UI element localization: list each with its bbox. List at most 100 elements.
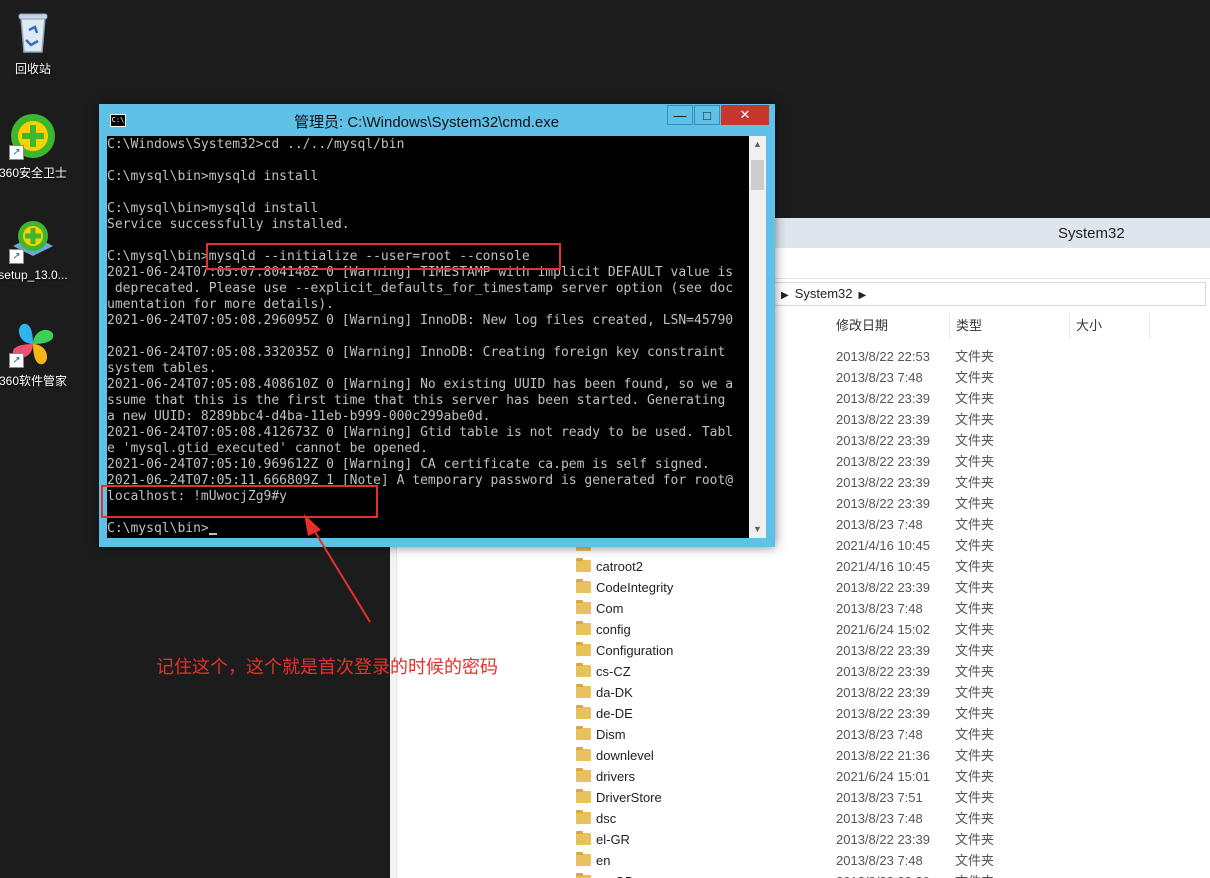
column-header-type[interactable]: 类型 — [950, 314, 1070, 338]
console-icon[interactable]: C:\ — [110, 114, 126, 127]
file-type: 文件夹 — [955, 349, 995, 364]
desktop-icon-label: setup_13.0... — [0, 268, 68, 282]
file-row[interactable]: Com 2013/8/23 7:48 文件夹 — [390, 598, 1210, 619]
setup-icon: ↗ — [9, 216, 57, 264]
file-date: 2013/8/22 23:39 — [836, 475, 930, 490]
file-date: 2013/8/23 7:51 — [836, 790, 923, 805]
console-line: a new UUID: 8289bbc4-d4ba-11eb-b999-000c… — [107, 409, 491, 424]
file-date: 2013/8/23 7:48 — [836, 853, 923, 868]
file-type: 文件夹 — [955, 433, 995, 448]
file-type: 文件夹 — [955, 706, 995, 721]
file-name: en-GB — [596, 871, 634, 878]
console-line: Service successfully installed. — [107, 217, 350, 232]
breadcrumb-system32[interactable]: System32 — [795, 286, 853, 301]
file-date: 2013/8/22 22:53 — [836, 349, 930, 364]
explorer-title: System32 — [1058, 225, 1125, 242]
file-date: 2013/8/23 7:48 — [836, 370, 923, 385]
desktop-icon-label: 360安全卫士 — [0, 166, 68, 180]
file-name: dsc — [596, 811, 617, 826]
shortcut-arrow-icon: ↗ — [9, 353, 24, 368]
annotation-text: 记住这个，这个就是首次登录的时候的密码 — [156, 657, 498, 677]
console-line: C:\mysql\bin> — [107, 521, 217, 537]
file-row[interactable]: en 2013/8/23 7:48 文件夹 — [390, 850, 1210, 871]
folder-icon — [576, 810, 591, 824]
console-line: C:\mysql\bin>mysqld install — [107, 201, 319, 216]
file-type: 文件夹 — [955, 496, 995, 511]
maximize-button[interactable]: □ — [694, 105, 720, 125]
cmd-title: 管理员: C:\Windows\System32\cmd.exe — [294, 114, 560, 131]
console-line: ssume that this is the first time that t… — [107, 393, 726, 408]
file-date: 2013/8/22 21:36 — [836, 748, 930, 763]
chevron-right-icon[interactable]: ▶ — [781, 290, 789, 301]
file-type: 文件夹 — [955, 790, 995, 805]
file-name: CodeIntegrity — [596, 580, 674, 595]
file-date: 2013/8/22 23:39 — [836, 664, 930, 679]
desktop-icon-recycle-bin[interactable]: 回收站 — [0, 8, 73, 77]
file-type: 文件夹 — [955, 601, 995, 616]
file-type: 文件夹 — [955, 412, 995, 427]
console-line: 2021-06-24T07:05:08.332035Z 0 [Warning] … — [107, 345, 726, 360]
file-type: 文件夹 — [955, 475, 995, 490]
chevron-right-icon[interactable]: ▶ — [859, 290, 867, 301]
console-line: deprecated. Please use --explicit_defaul… — [107, 281, 734, 296]
minimize-button[interactable]: — — [667, 105, 693, 125]
column-header-size[interactable]: 大小 — [1070, 314, 1150, 338]
file-date: 2013/8/22 23:39 — [836, 706, 930, 721]
file-date: 2013/8/22 23:39 — [836, 871, 930, 878]
file-name: catroot2 — [596, 559, 643, 574]
desktop-icon-360-software[interactable]: ↗ 360软件管家 — [0, 320, 73, 389]
file-date: 2021/6/24 15:02 — [836, 622, 930, 637]
file-type: 文件夹 — [955, 853, 995, 868]
close-button[interactable]: ✕ — [721, 105, 769, 125]
file-row[interactable]: Dism 2013/8/23 7:48 文件夹 — [390, 724, 1210, 745]
file-name: DriverStore — [596, 790, 662, 805]
file-row[interactable]: en-GB 2013/8/22 23:39 文件夹 — [390, 871, 1210, 878]
cmd-window[interactable]: C:\ 管理员: C:\Windows\System32\cmd.exe — □… — [99, 104, 775, 547]
file-row[interactable]: config 2021/6/24 15:02 文件夹 — [390, 619, 1210, 640]
file-date: 2013/8/22 23:39 — [836, 685, 930, 700]
scroll-up-icon[interactable]: ▲ — [749, 136, 766, 153]
file-name: el-GR — [596, 832, 630, 847]
file-row[interactable]: cs-CZ 2013/8/22 23:39 文件夹 — [390, 661, 1210, 682]
scroll-thumb[interactable] — [751, 160, 764, 190]
desktop-icon-setup[interactable]: ↗ setup_13.0... — [0, 216, 73, 282]
file-type: 文件夹 — [955, 727, 995, 742]
console-output[interactable]: C:\Windows\System32>cd ../../mysql/bin C:… — [107, 136, 749, 538]
file-row[interactable]: de-DE 2013/8/22 23:39 文件夹 — [390, 703, 1210, 724]
file-name: downlevel — [596, 748, 654, 763]
column-header-date[interactable]: 修改日期 — [830, 314, 950, 338]
file-row[interactable]: downlevel 2013/8/22 21:36 文件夹 — [390, 745, 1210, 766]
file-date: 2021/4/16 10:45 — [836, 538, 930, 553]
file-type: 文件夹 — [955, 622, 995, 637]
file-date: 2021/4/16 10:45 — [836, 559, 930, 574]
folder-icon — [576, 852, 591, 866]
file-type: 文件夹 — [955, 664, 995, 679]
desktop-icon-label: 360软件管家 — [0, 374, 68, 388]
desktop-icon-360-safe[interactable]: ↗ 360安全卫士 — [0, 112, 73, 181]
file-row[interactable]: dsc 2013/8/23 7:48 文件夹 — [390, 808, 1210, 829]
file-date: 2013/8/22 23:39 — [836, 433, 930, 448]
folder-icon — [576, 642, 591, 656]
highlight-temp-password — [101, 485, 378, 518]
file-row[interactable]: CodeIntegrity 2013/8/22 23:39 文件夹 — [390, 577, 1210, 598]
360-safe-icon: ↗ — [9, 112, 57, 160]
file-name: cs-CZ — [596, 664, 631, 679]
file-row[interactable]: catroot2 2021/4/16 10:45 文件夹 — [390, 556, 1210, 577]
vertical-scrollbar[interactable]: ▲ ▼ — [749, 136, 766, 538]
file-name: config — [596, 622, 631, 637]
360-software-icon: ↗ — [9, 320, 57, 368]
file-date: 2013/8/23 7:48 — [836, 727, 923, 742]
file-row[interactable]: Configuration 2013/8/22 23:39 文件夹 — [390, 640, 1210, 661]
file-date: 2013/8/22 23:39 — [836, 454, 930, 469]
scroll-down-icon[interactable]: ▼ — [749, 521, 766, 538]
file-row[interactable]: el-GR 2013/8/22 23:39 文件夹 — [390, 829, 1210, 850]
cmd-titlebar[interactable]: C:\ 管理员: C:\Windows\System32\cmd.exe — □… — [99, 104, 775, 135]
folder-icon — [576, 789, 591, 803]
file-date: 2013/8/23 7:48 — [836, 517, 923, 532]
shortcut-arrow-icon: ↗ — [9, 249, 24, 264]
console-line: umentation for more details). — [107, 297, 334, 312]
file-row[interactable]: da-DK 2013/8/22 23:39 文件夹 — [390, 682, 1210, 703]
address-bar[interactable]: ▶ System32 ▶ — [774, 282, 1206, 306]
file-row[interactable]: DriverStore 2013/8/23 7:51 文件夹 — [390, 787, 1210, 808]
file-row[interactable]: drivers 2021/6/24 15:01 文件夹 — [390, 766, 1210, 787]
